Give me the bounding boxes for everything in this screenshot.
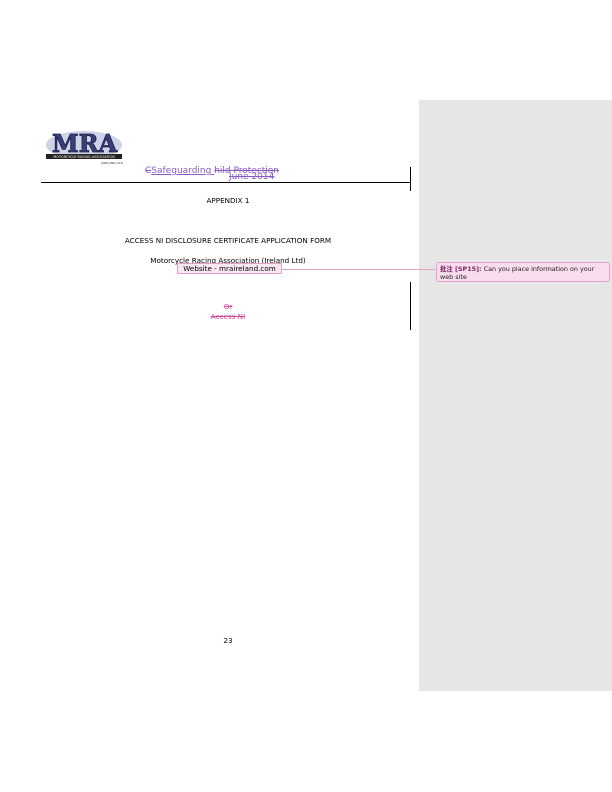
header-date: June 2014 [229,172,275,182]
comment-author: 批注 [SP15]: [440,265,482,273]
comment-connector [281,269,435,270]
header-change-bar [410,167,411,191]
logo-letters: MRA [52,129,118,158]
logo-subtitle: (IRELAND) LTD [101,161,124,165]
deleted-or-text: Or [223,302,233,311]
header-divider [41,182,410,183]
mra-logo: MRA MOTORCYCLE RACING ASSOCIATION (IRELA… [44,127,124,167]
logo-tagline: MOTORCYCLE RACING ASSOCIATION [53,155,115,159]
comment-balloon[interactable]: 批注 [SP15]: Can you place information on … [436,262,610,282]
website-text[interactable]: Website - mraireland.com [177,263,282,274]
change-bar [410,282,411,330]
deleted-access-ni-text: Access NI [210,312,246,321]
header-inserted-safeguarding: Safeguarding [151,166,215,176]
page-number: 23 [223,636,233,645]
form-title: ACCESS NI DISCLOSURE CERTIFICATE APPLICA… [124,236,332,245]
appendix-heading: APPENDIX 1 [206,196,250,205]
comment-pane [419,100,612,691]
